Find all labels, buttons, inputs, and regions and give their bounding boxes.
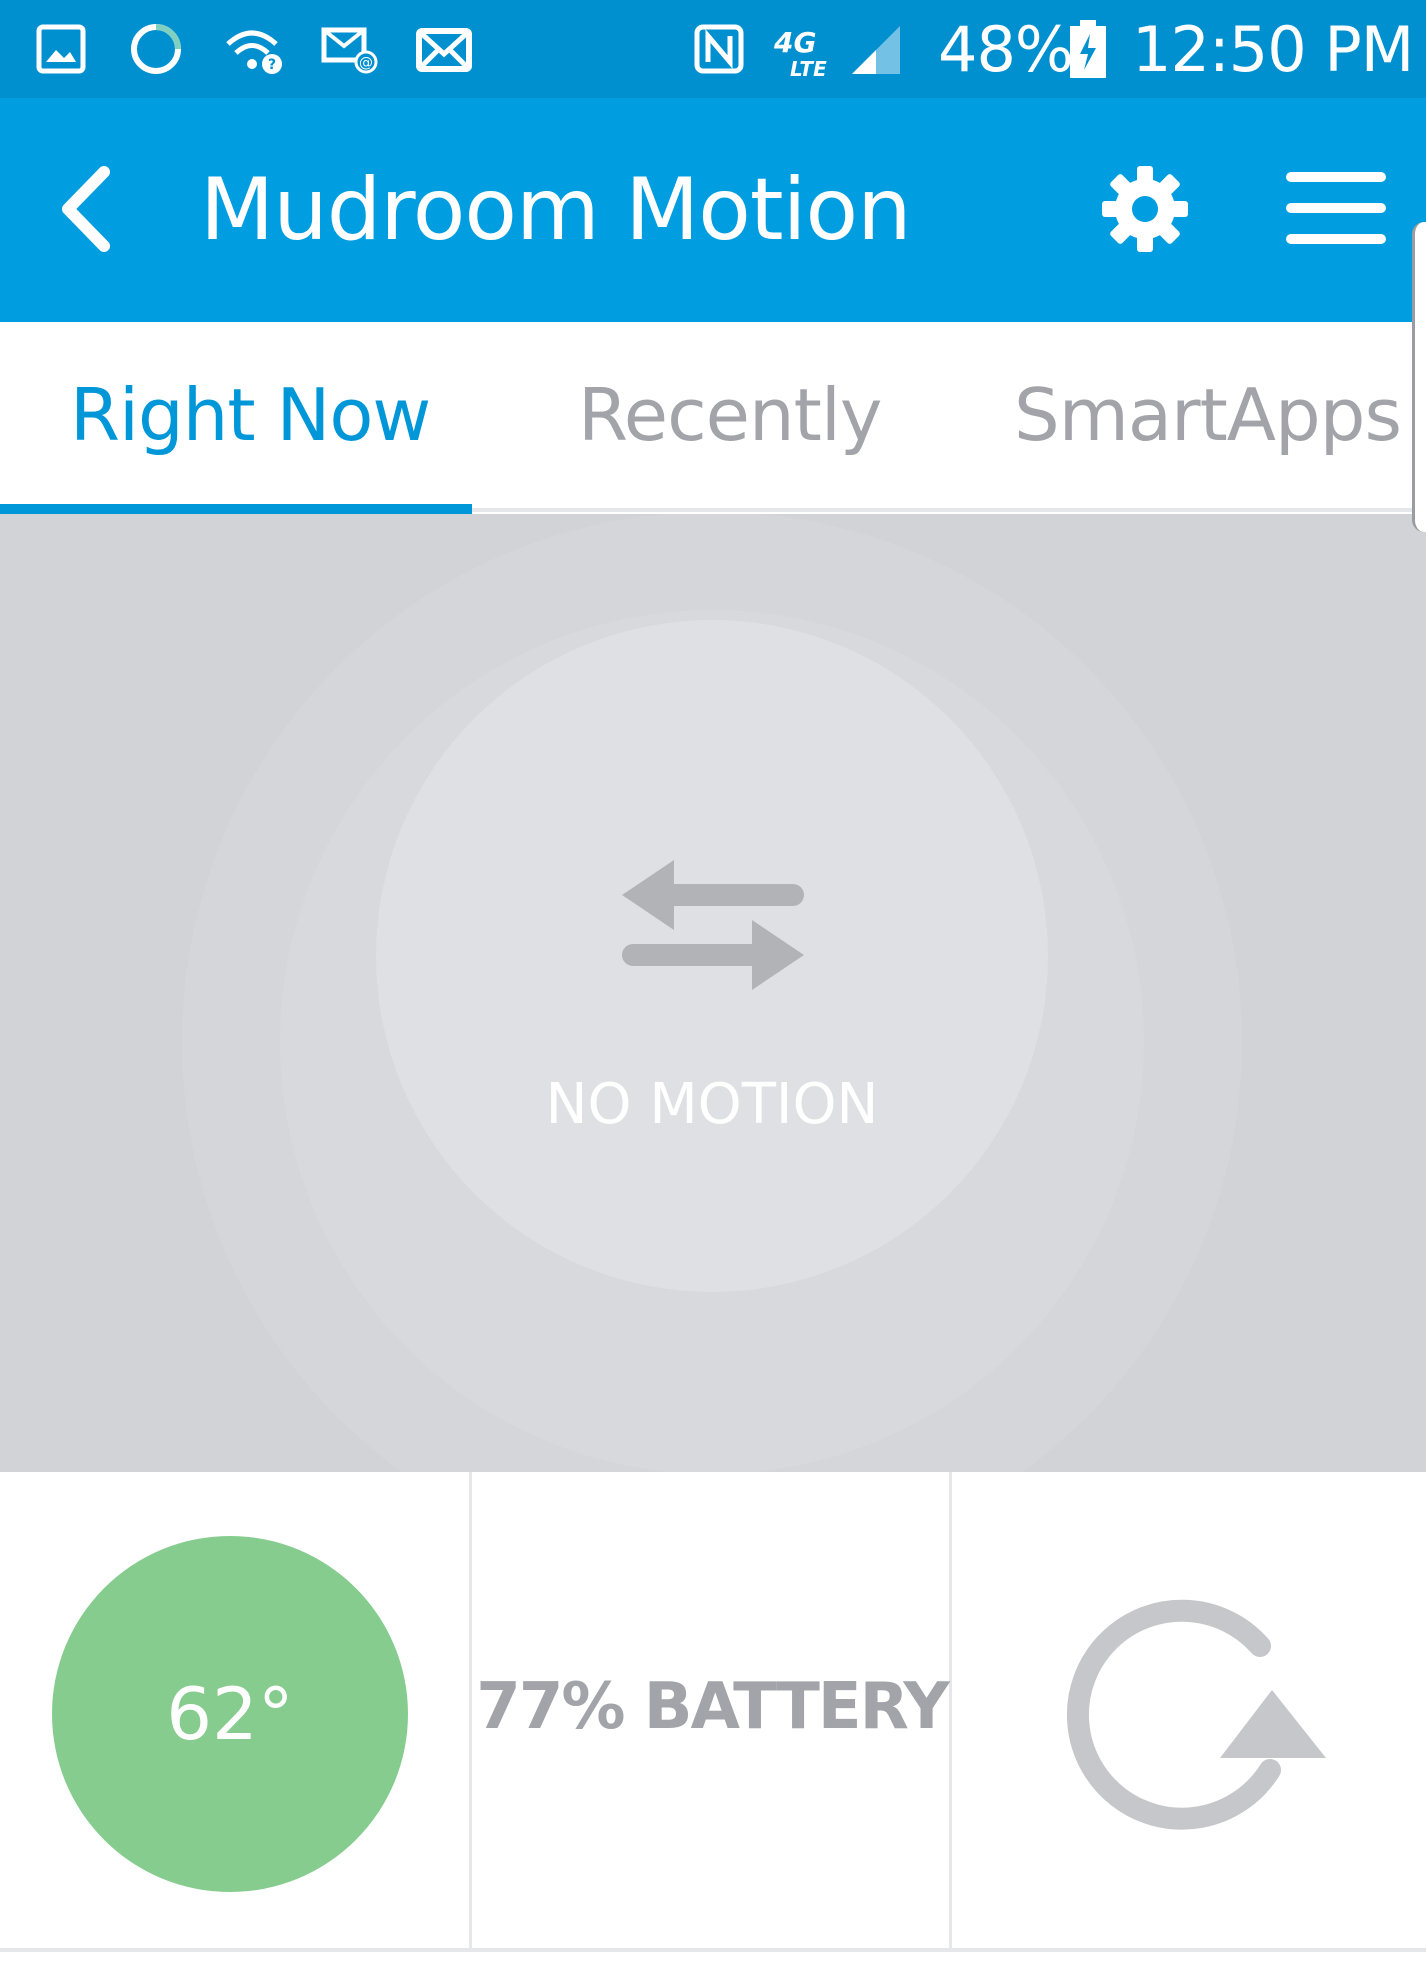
chevron-left-icon[interactable] bbox=[56, 164, 116, 254]
active-tab-indicator bbox=[0, 504, 472, 514]
battery-level: 77% BATTERY bbox=[476, 1670, 949, 1744]
svg-text:@: @ bbox=[359, 55, 373, 71]
status-bar: ? @ 4G LTE 48% 12:50 PM bbox=[0, 0, 1426, 98]
motion-status-panel[interactable]: NO MOTION bbox=[0, 514, 1426, 1472]
svg-text:LTE: LTE bbox=[790, 57, 827, 81]
svg-text:?: ? bbox=[268, 57, 276, 73]
refresh-tile[interactable] bbox=[952, 1472, 1426, 1948]
edge-panel-handle[interactable] bbox=[1412, 222, 1426, 532]
clock: 12:50 PM bbox=[1132, 13, 1414, 86]
mail-icon bbox=[416, 28, 472, 72]
battery-tile[interactable]: 77% BATTERY bbox=[472, 1472, 952, 1948]
motion-status-label: NO MOTION bbox=[545, 1072, 879, 1137]
page-title: Mudroom Motion bbox=[200, 160, 912, 260]
temperature-tile[interactable]: 62° bbox=[0, 1472, 472, 1948]
signal-icon bbox=[852, 26, 900, 74]
circle-app-icon bbox=[131, 24, 181, 74]
tab-right-now[interactable]: Right Now bbox=[70, 322, 431, 508]
email-at-icon: @ bbox=[321, 27, 378, 74]
svg-text:4G: 4G bbox=[773, 26, 816, 59]
gallery-icon bbox=[36, 24, 86, 74]
hamburger-icon[interactable] bbox=[1284, 168, 1388, 248]
tab-smartapps[interactable]: SmartApps bbox=[1014, 322, 1402, 508]
device-tiles: 62° 77% BATTERY bbox=[0, 1472, 1426, 1952]
tab-recently[interactable]: Recently bbox=[578, 322, 882, 508]
battery-charging-icon bbox=[1070, 20, 1106, 78]
app-bar: Mudroom Motion bbox=[0, 98, 1426, 322]
nfc-icon bbox=[694, 24, 744, 74]
battery-percent: 48% bbox=[938, 13, 1074, 86]
wifi-question-icon: ? bbox=[226, 30, 282, 74]
gear-icon[interactable] bbox=[1100, 164, 1190, 254]
swap-arrows-icon bbox=[622, 860, 804, 990]
lte-icon: 4G LTE bbox=[773, 26, 827, 81]
refresh-icon[interactable] bbox=[1060, 1590, 1340, 1840]
tab-bar: Right Now Recently SmartApps bbox=[0, 322, 1426, 512]
temperature-value: 62° bbox=[52, 1536, 408, 1892]
